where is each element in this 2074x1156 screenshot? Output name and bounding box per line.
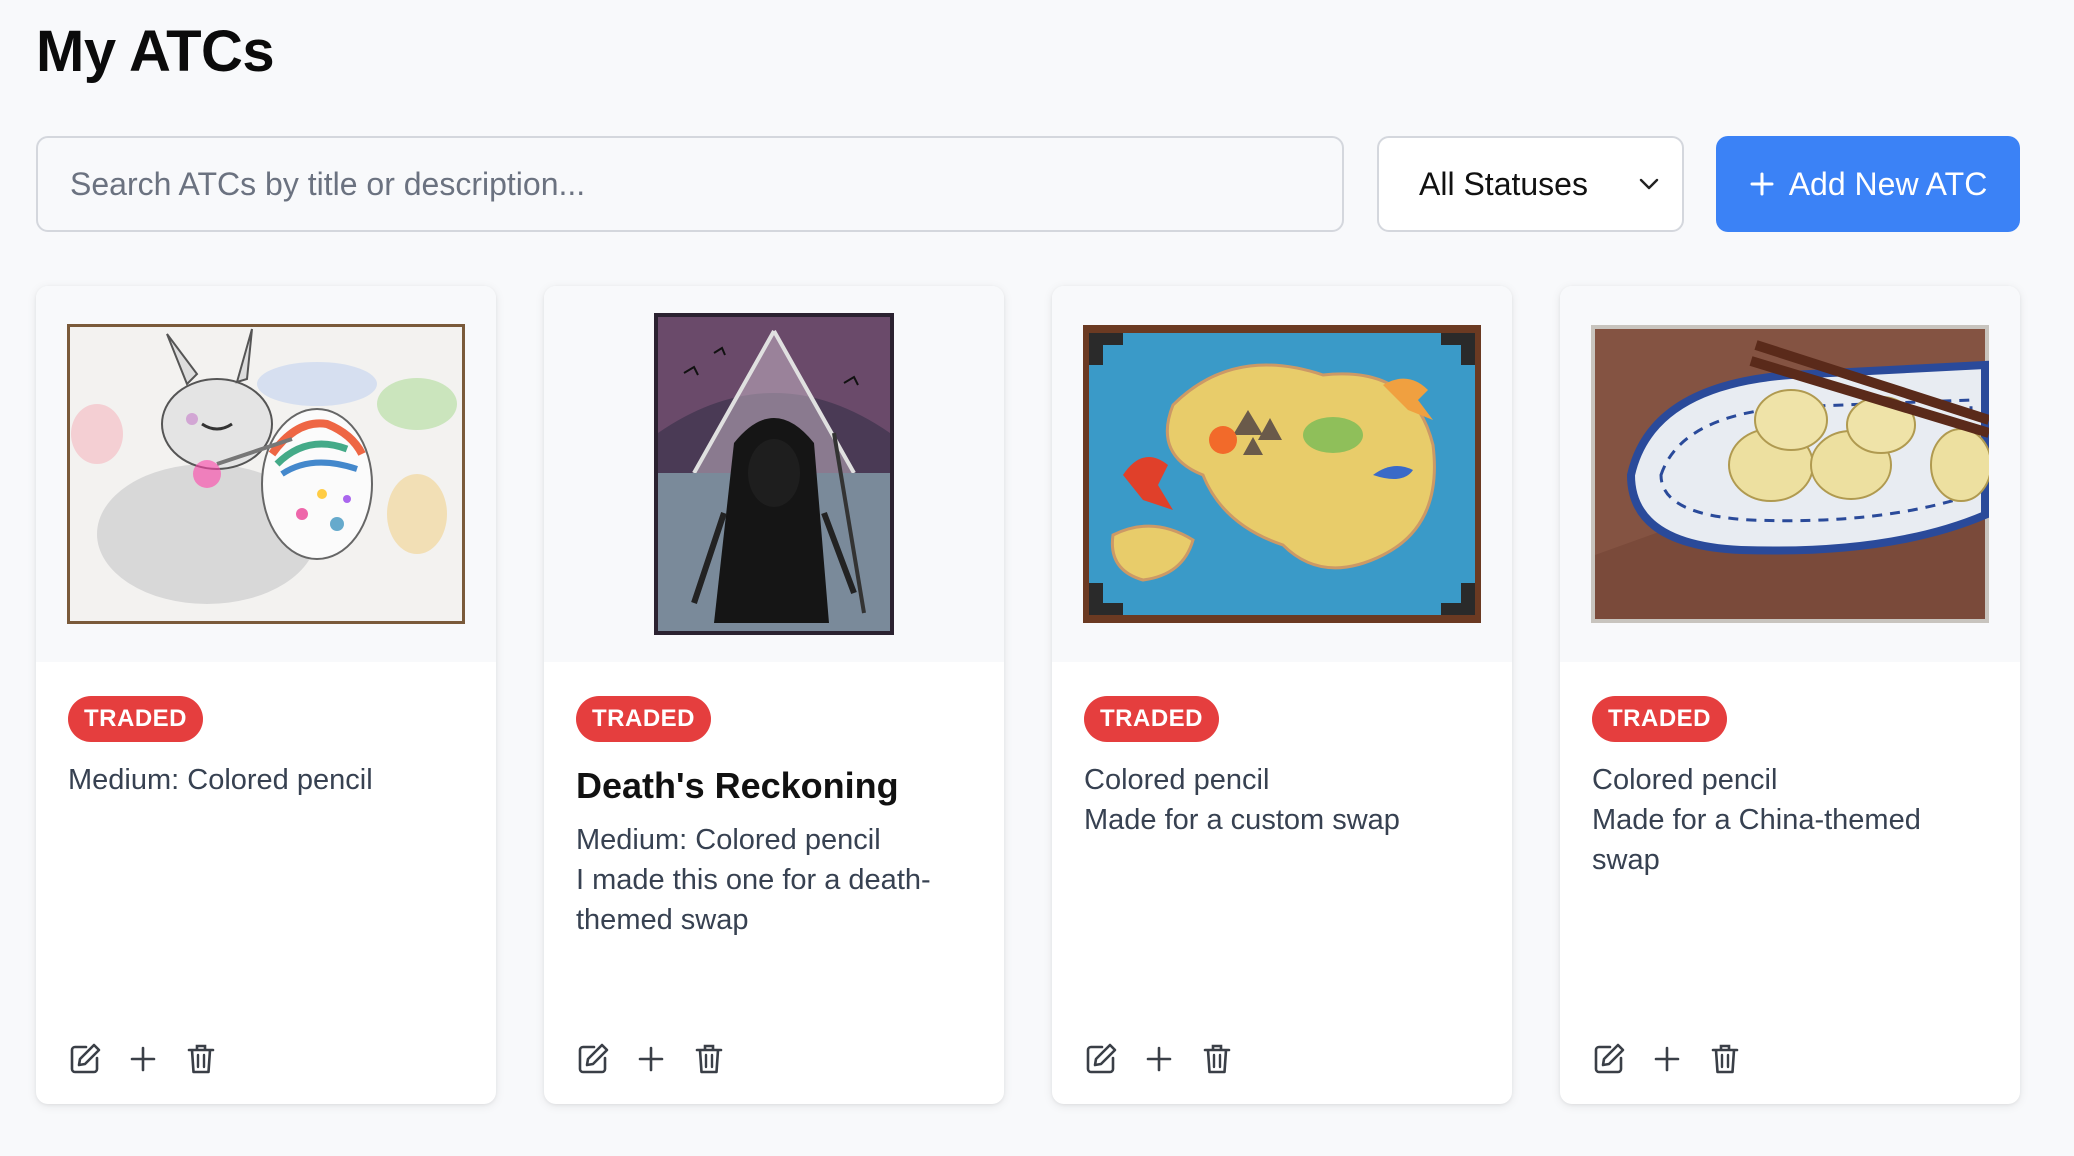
delete-button[interactable] — [692, 1042, 726, 1076]
trash-icon — [695, 1044, 723, 1074]
add-to-trade-button[interactable] — [1650, 1042, 1684, 1076]
card-image-area — [544, 286, 1004, 662]
trash-icon — [1711, 1044, 1739, 1074]
atc-image-fantasy-map[interactable] — [1083, 325, 1481, 623]
atc-card[interactable]: TRADED Death's Reckoning Medium: Colored… — [544, 286, 1004, 1104]
add-new-atc-button[interactable]: Add New ATC — [1716, 136, 2020, 232]
edit-icon — [578, 1043, 609, 1074]
edit-button[interactable] — [1592, 1042, 1626, 1076]
card-description: Colored pencil Made for a China-themed s… — [1592, 764, 1921, 876]
card-body: TRADED Medium: Colored pencil — [68, 696, 464, 800]
edit-icon — [1594, 1043, 1625, 1074]
card-image-area — [36, 286, 496, 662]
add-new-atc-label: Add New ATC — [1788, 165, 1988, 202]
card-description: Medium: Colored pencil — [68, 764, 373, 796]
delete-button[interactable] — [1708, 1042, 1742, 1076]
atc-card[interactable]: TRADED Medium: Colored pencil — [36, 286, 496, 1104]
atc-card-grid: TRADED Medium: Colored pencil TRADED Dea… — [36, 286, 2020, 1104]
card-actions — [68, 1042, 218, 1076]
plus-icon — [1750, 172, 1774, 196]
trash-icon — [187, 1044, 215, 1074]
atc-image-deaths-reckoning[interactable] — [654, 313, 894, 635]
status-filter-value: All Statuses — [1419, 165, 1588, 202]
plus-icon — [1146, 1046, 1172, 1072]
add-to-trade-button[interactable] — [1142, 1042, 1176, 1076]
trash-icon — [1203, 1044, 1231, 1074]
plus-icon — [130, 1046, 156, 1072]
status-filter-select[interactable]: All Statuses — [1377, 136, 1684, 232]
edit-button[interactable] — [576, 1042, 610, 1076]
edit-button[interactable] — [68, 1042, 102, 1076]
card-description: Colored pencil Made for a custom swap — [1084, 764, 1400, 836]
atc-image-easter-bunny[interactable] — [67, 324, 465, 624]
page-title: My ATCs — [36, 19, 275, 84]
atc-card[interactable]: TRADED Colored pencil Made for a custom … — [1052, 286, 1512, 1104]
toolbar: All Statuses Add New ATC — [36, 136, 2020, 232]
delete-button[interactable] — [1200, 1042, 1234, 1076]
edit-icon — [1086, 1043, 1117, 1074]
card-body: TRADED Colored pencil Made for a China-t… — [1592, 696, 1988, 880]
status-badge: TRADED — [576, 696, 711, 742]
card-image-area — [1560, 286, 2020, 662]
card-body: TRADED Death's Reckoning Medium: Colored… — [576, 696, 972, 940]
edit-button[interactable] — [1084, 1042, 1118, 1076]
card-image-area — [1052, 286, 1512, 662]
card-description: Medium: Colored pencil I made this one f… — [576, 824, 931, 936]
card-body: TRADED Colored pencil Made for a custom … — [1084, 696, 1480, 840]
add-to-trade-button[interactable] — [634, 1042, 668, 1076]
chevron-down-icon — [1639, 178, 1659, 190]
plus-icon — [1654, 1046, 1680, 1072]
card-actions — [576, 1042, 726, 1076]
card-title: Death's Reckoning — [576, 765, 899, 806]
card-actions — [1084, 1042, 1234, 1076]
atc-page: My ATCs All Statuses Add New ATC — [0, 0, 2074, 1156]
add-to-trade-button[interactable] — [126, 1042, 160, 1076]
search-input[interactable] — [36, 136, 1344, 232]
card-actions — [1592, 1042, 1742, 1076]
atc-card[interactable]: TRADED Colored pencil Made for a China-t… — [1560, 286, 2020, 1104]
edit-icon — [70, 1043, 101, 1074]
plus-icon — [638, 1046, 664, 1072]
status-badge: TRADED — [1084, 696, 1219, 742]
status-badge: TRADED — [68, 696, 203, 742]
delete-button[interactable] — [184, 1042, 218, 1076]
status-badge: TRADED — [1592, 696, 1727, 742]
atc-image-dumplings[interactable] — [1591, 325, 1989, 623]
